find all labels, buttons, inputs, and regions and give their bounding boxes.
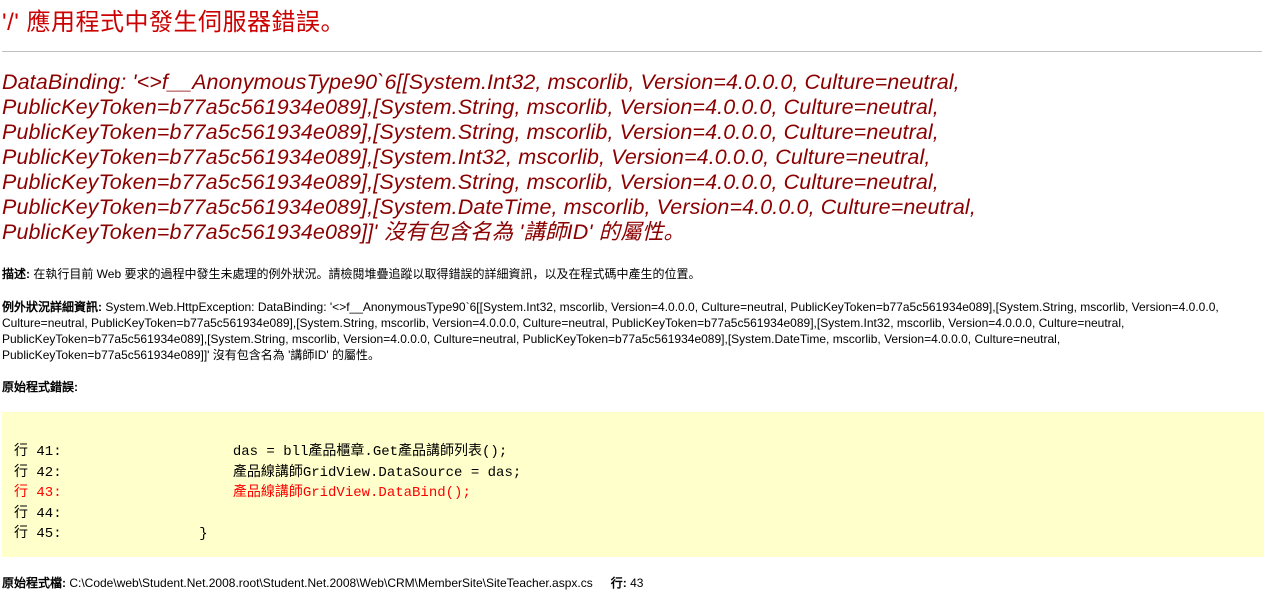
source-line-label: 行:	[610, 576, 627, 590]
code-line: 行 41: das = bll產品櫃章.Get產品講師列表();	[2, 442, 1264, 463]
line-code: das = bll產品櫃章.Get產品講師列表();	[132, 444, 508, 460]
exception-details: 例外狀況詳細資訊: System.Web.HttpException: Data…	[2, 299, 1262, 363]
error-page: '/' 應用程式中發生伺服器錯誤。 DataBinding: '<>f__Ano…	[0, 0, 1264, 591]
error-message: DataBinding: '<>f__AnonymousType90`6[[Sy…	[2, 70, 976, 244]
source-line-value: 43	[626, 576, 644, 590]
description: 描述: 在執行目前 Web 要求的過程中發生未處理的例外狀況。請檢閱堆疊追蹤以取…	[2, 266, 1262, 282]
source-code-block: 行 41: das = bll產品櫃章.Get產品講師列表(); 行 42: 產…	[2, 412, 1264, 557]
description-label: 描述:	[2, 267, 30, 281]
code-line: 行 42: 產品線講師GridView.DataSource = das;	[2, 463, 1264, 484]
line-code: }	[132, 526, 208, 542]
code-line-error: 行 43: 產品線講師GridView.DataBind();	[2, 483, 1264, 504]
source-file-path: C:\Code\web\Student.Net.2008.root\Studen…	[66, 576, 593, 590]
source-error-label: 原始程式錯誤:	[2, 380, 78, 394]
line-number: 行 44:	[14, 505, 62, 522]
line-code: 產品線講師GridView.DataBind();	[132, 485, 471, 501]
line-number: 行 42:	[14, 464, 62, 481]
code-line: 行 44:	[2, 504, 1264, 525]
line-code: 產品線講師GridView.DataSource = das;	[132, 464, 522, 481]
source-error-heading: 原始程式錯誤:	[2, 379, 1262, 395]
line-number: 行 41:	[14, 444, 62, 460]
page-title: '/' 應用程式中發生伺服器錯誤。	[2, 9, 345, 36]
line-number: 行 45:	[14, 526, 62, 542]
code-line: 行 45: }	[2, 524, 1264, 545]
exception-details-text: System.Web.HttpException: DataBinding: '…	[2, 300, 1219, 362]
source-file-label: 原始程式檔:	[2, 576, 66, 590]
source-file: 原始程式檔: C:\Code\web\Student.Net.2008.root…	[2, 575, 1262, 591]
title-divider	[2, 51, 1262, 52]
description-text: 在執行目前 Web 要求的過程中發生未處理的例外狀況。請檢閱堆疊追蹤以取得錯誤的…	[30, 267, 701, 281]
line-number: 行 43:	[14, 485, 62, 501]
exception-details-label: 例外狀況詳細資訊:	[2, 300, 102, 314]
